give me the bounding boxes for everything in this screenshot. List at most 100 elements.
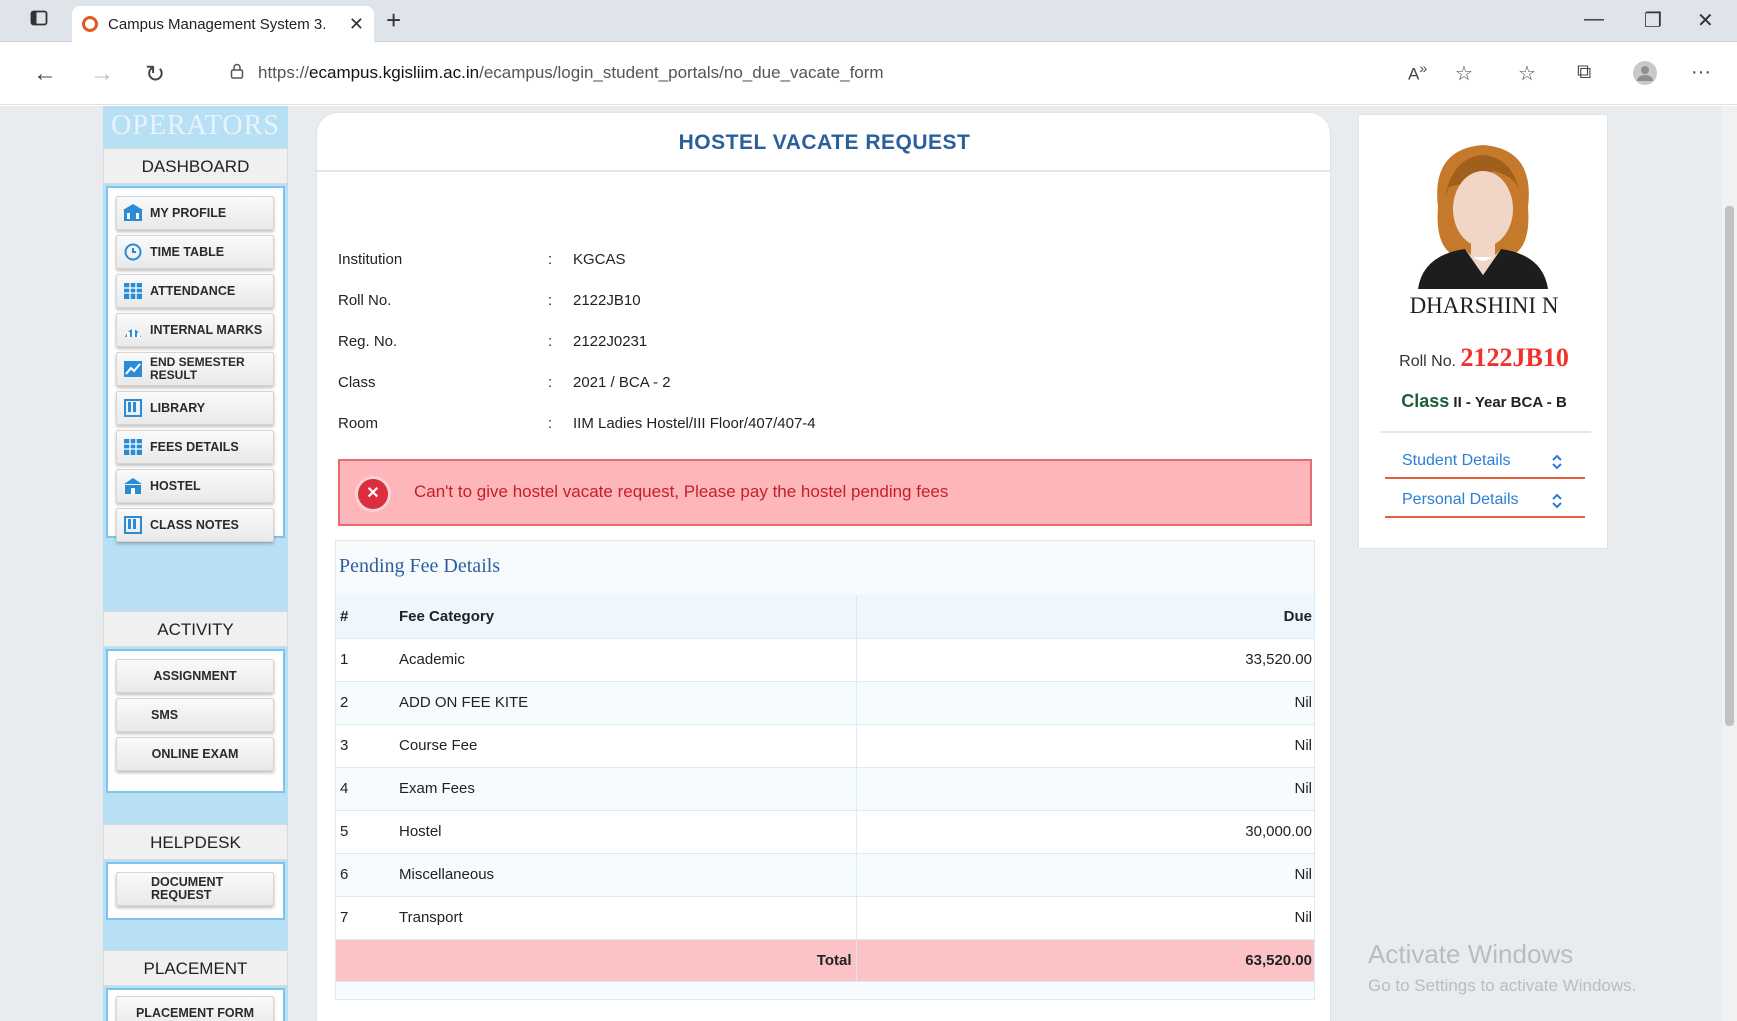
tab-actions-icon[interactable] [30,9,48,33]
section-title: Pending Fee Details [339,555,501,577]
window-left-edge [0,106,11,1021]
reload-icon[interactable]: ↻ [145,60,165,89]
table-row: 1 Academic 33,520.00 [336,638,1314,682]
clock-icon [123,243,143,261]
new-tab-icon[interactable]: + [386,5,401,36]
fee-due: Nil [856,681,1314,725]
menu-label: CLASS NOTES [150,517,239,532]
info-label: Room [338,415,379,432]
close-tab-icon[interactable]: ✕ [349,14,364,35]
header-due: Due [856,595,1314,639]
menu-fees-details[interactable]: FEES DETAILS [116,430,274,464]
restore-icon[interactable]: ❐ [1644,8,1662,33]
browser-tab-bar: Campus Management System 3. ✕ + — ❐ ✕ [0,0,1737,42]
menu-library[interactable]: LIBRARY [116,391,274,425]
menu-label: ATTENDANCE [150,283,236,298]
sidebar-heading-activity[interactable]: ACTIVITY [103,611,288,647]
total-label: Total [395,939,857,982]
table-row: 4 Exam Fees Nil [336,767,1314,811]
close-window-icon[interactable]: ✕ [1697,8,1714,33]
expand-chevron-icon [1551,493,1563,509]
personal-details-link[interactable]: Personal Details [1385,484,1585,518]
sidebar-heading-placement[interactable]: PLACEMENT [103,950,288,986]
fee-no: 7 [336,896,395,940]
table-row: 6 Miscellaneous Nil [336,853,1314,897]
table-row: 7 Transport Nil [336,896,1314,940]
collections-icon[interactable]: ⧉ [1577,61,1591,84]
minimize-icon[interactable]: — [1584,8,1604,31]
menu-placement-form[interactable]: PLACEMENT FORM [116,996,274,1021]
info-label: Institution [338,251,403,268]
menu-online-exam[interactable]: ONLINE EXAM [116,737,274,771]
fee-due: Nil [856,896,1314,940]
avatar [1413,137,1553,289]
activate-windows-subtitle: Go to Settings to activate Windows. [1368,976,1637,995]
info-value: IIM Ladies Hostel/III Floor/407/407-4 [573,415,816,432]
sidebar-brand: OPERATORS [111,110,280,141]
sidebar-heading-helpdesk[interactable]: HELPDESK [103,824,288,860]
menu-label: END SEMESTER RESULT [150,355,245,382]
info-colon: : [548,333,553,350]
scrollbar-thumb[interactable] [1725,206,1734,726]
building-icon [123,477,143,495]
info-label: Class [338,374,376,391]
table-row: 5 Hostel 30,000.00 [336,810,1314,854]
menu-my-profile[interactable]: MY PROFILE [116,196,274,230]
forward-icon[interactable]: → [90,60,114,88]
favorites-icon[interactable]: ☆ [1518,61,1536,86]
link-label: Student Details [1402,452,1511,469]
menu-label: HOSTEL [150,478,201,493]
roll-value: 2122JB10 [1460,343,1569,372]
url-bar[interactable]: https://ecampus.kgisliim.ac.in/ecampus/l… [210,54,1370,92]
info-value: KGCAS [573,251,626,268]
url-prefix: https:// [258,63,310,82]
fee-category: ADD ON FEE KITE [395,681,857,725]
tab-title: Campus Management System 3. [108,15,327,33]
menu-sms[interactable]: SMS [116,698,274,732]
dashboard-menu: MY PROFILE TIME TABLE ATTENDANCE INTERNA… [106,186,285,542]
menu-end-semester-result[interactable]: END SEMESTER RESULT [116,352,274,386]
header-no: # [336,595,395,639]
alert-message: Can't to give hostel vacate request, Ple… [414,482,949,501]
profile-divider [1381,431,1591,433]
student-name: DHARSHINI N [1409,293,1559,318]
sidebar: OPERATORS DASHBOARD MY PROFILE TIME TABL… [103,106,288,1021]
lock-icon [230,63,244,84]
fee-category: Transport [395,896,857,940]
table-header-row: # Fee Category Due [336,595,1314,639]
sidebar-heading-dashboard[interactable]: DASHBOARD [103,148,288,184]
fee-due: Nil [856,853,1314,897]
vertical-scrollbar[interactable] [1722,106,1737,1021]
menu-class-notes[interactable]: CLASS NOTES [116,508,274,542]
student-profile-card: DHARSHINI N Roll No. 2122JB10 Class II -… [1358,114,1608,549]
menu-time-table[interactable]: TIME TABLE [116,235,274,269]
read-aloud-icon[interactable]: A» [1408,61,1427,85]
info-colon: : [548,415,553,432]
title-divider [317,170,1332,172]
grid-icon [123,438,143,456]
link-label: Personal Details [1402,491,1519,508]
fee-no: 5 [336,810,395,854]
favorite-add-icon[interactable]: ☆ [1455,61,1473,86]
class-label: Class [1401,391,1450,411]
back-icon[interactable]: ← [33,60,57,88]
info-label: Reg. No. [338,333,398,350]
browser-tab[interactable]: Campus Management System 3. ✕ [72,6,374,42]
menu-attendance[interactable]: ATTENDANCE [116,274,274,308]
fee-due: Nil [856,724,1314,768]
fee-category: Hostel [395,810,857,854]
menu-hostel[interactable]: HOSTEL [116,469,274,503]
student-details-link[interactable]: Student Details [1385,445,1585,479]
table-row: 2 ADD ON FEE KITE Nil [336,681,1314,725]
info-value: 2021 / BCA - 2 [573,374,671,391]
menu-document-request[interactable]: DOCUMENT REQUEST [116,872,274,906]
profile-avatar-icon[interactable] [1633,61,1657,91]
menu-label: FEES DETAILS [150,439,239,454]
trend-icon [123,360,143,378]
menu-assignment[interactable]: ASSIGNMENT [116,659,274,693]
menu-internal-marks[interactable]: INTERNAL MARKS [116,313,274,347]
more-menu-icon[interactable]: ··· [1691,61,1711,84]
total-value: 63,520.00 [856,939,1314,982]
favicon-icon [82,16,98,32]
page-title: HOSTEL VACATE REQUEST [678,131,971,154]
